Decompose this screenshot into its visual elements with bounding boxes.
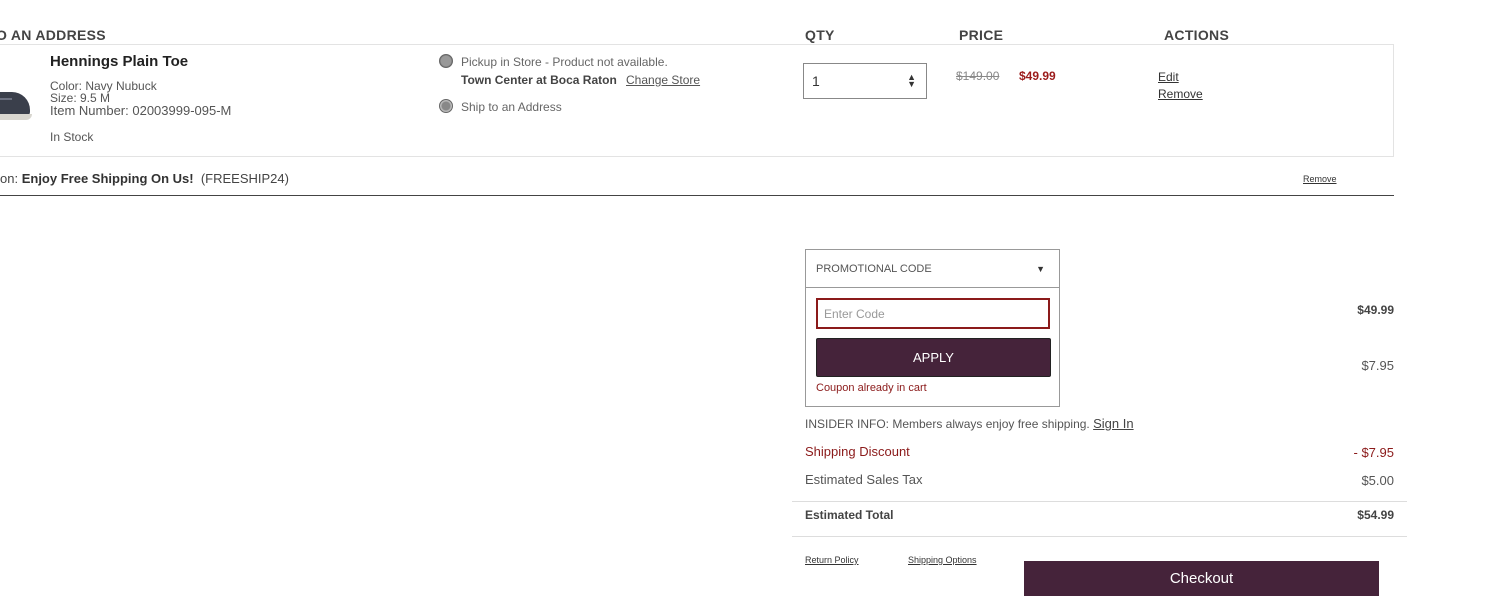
remove-promotion-link[interactable]: Remove <box>1303 174 1337 184</box>
shoe-image-sole <box>0 114 32 120</box>
shipping-discount-label: Shipping Discount <box>805 444 910 459</box>
promo-code-header: PROMOTIONAL CODE <box>816 263 932 275</box>
original-price: $149.00 <box>956 69 1000 83</box>
insider-info: INSIDER INFO: Members always enjoy free … <box>805 416 1134 431</box>
insider-info-text: INSIDER INFO: Members always enjoy free … <box>805 417 1090 431</box>
quantity-value: 1 <box>812 73 820 89</box>
applied-promotion: on: Enjoy Free Shipping On Us! (FREESHIP… <box>0 171 289 186</box>
estimated-total-label: Estimated Total <box>805 508 894 522</box>
shipping-discount-value: - $7.95 <box>1353 445 1394 460</box>
select-arrows-icon: ▲ ▼ <box>907 72 916 89</box>
divider <box>792 501 1407 502</box>
actions-column-header: ACTIONS <box>1164 27 1230 43</box>
qty-column-header: QTY <box>805 27 835 43</box>
ship-to-address-label: Ship to an Address <box>461 100 562 114</box>
estimated-total-value: $54.99 <box>1357 508 1394 522</box>
product-name[interactable]: Hennings Plain Toe <box>50 53 188 70</box>
sale-price: $49.99 <box>1019 69 1056 83</box>
sales-tax-value: $5.00 <box>1361 473 1394 488</box>
promotion-name: Enjoy Free Shipping On Us! <box>21 171 194 186</box>
apply-button[interactable]: APPLY <box>816 338 1051 377</box>
product-image[interactable] <box>0 54 32 126</box>
coupon-error-message: Coupon already in cart <box>816 382 927 394</box>
promo-code-input[interactable] <box>816 298 1050 329</box>
pickup-label: Pickup in Store - Product not available. <box>461 55 668 69</box>
pickup-radio[interactable] <box>439 54 453 68</box>
stock-status: In Stock <box>50 130 94 144</box>
ship-column-header: O AN ADDRESS <box>0 27 106 43</box>
divider <box>0 195 1394 196</box>
shoe-image-body <box>0 92 30 116</box>
return-policy-link[interactable]: Return Policy <box>805 555 859 565</box>
remove-item-link[interactable]: Remove <box>1158 87 1203 101</box>
triangle-down-icon: ▼ <box>1036 264 1045 274</box>
ship-to-address-radio[interactable] <box>439 99 453 113</box>
edit-item-link[interactable]: Edit <box>1158 70 1179 84</box>
subtotal-value: $49.99 <box>1357 303 1394 317</box>
divider <box>792 536 1407 537</box>
promo-code-toggle[interactable]: PROMOTIONAL CODE ▼ <box>806 250 1059 288</box>
promotion-prefix: on: <box>0 171 19 186</box>
product-item-number: Item Number: 02003999-095-M <box>50 103 232 118</box>
quantity-select[interactable]: 1 ▲ ▼ <box>803 63 927 99</box>
promotion-code: (FREESHIP24) <box>200 171 289 186</box>
sign-in-link[interactable]: Sign In <box>1093 416 1133 431</box>
price-column-header: PRICE <box>959 27 1004 43</box>
sales-tax-label: Estimated Sales Tax <box>805 472 923 487</box>
change-store-link[interactable]: Change Store <box>626 73 700 87</box>
store-name: Town Center at Boca Raton <box>461 73 617 87</box>
shipping-value: $7.95 <box>1361 358 1394 373</box>
promo-code-panel: PROMOTIONAL CODE ▼ APPLY Coupon already … <box>805 249 1060 407</box>
checkout-button[interactable]: Checkout <box>1024 561 1379 596</box>
shoe-image-lace <box>0 98 12 100</box>
shipping-options-link[interactable]: Shipping Options <box>908 555 977 565</box>
